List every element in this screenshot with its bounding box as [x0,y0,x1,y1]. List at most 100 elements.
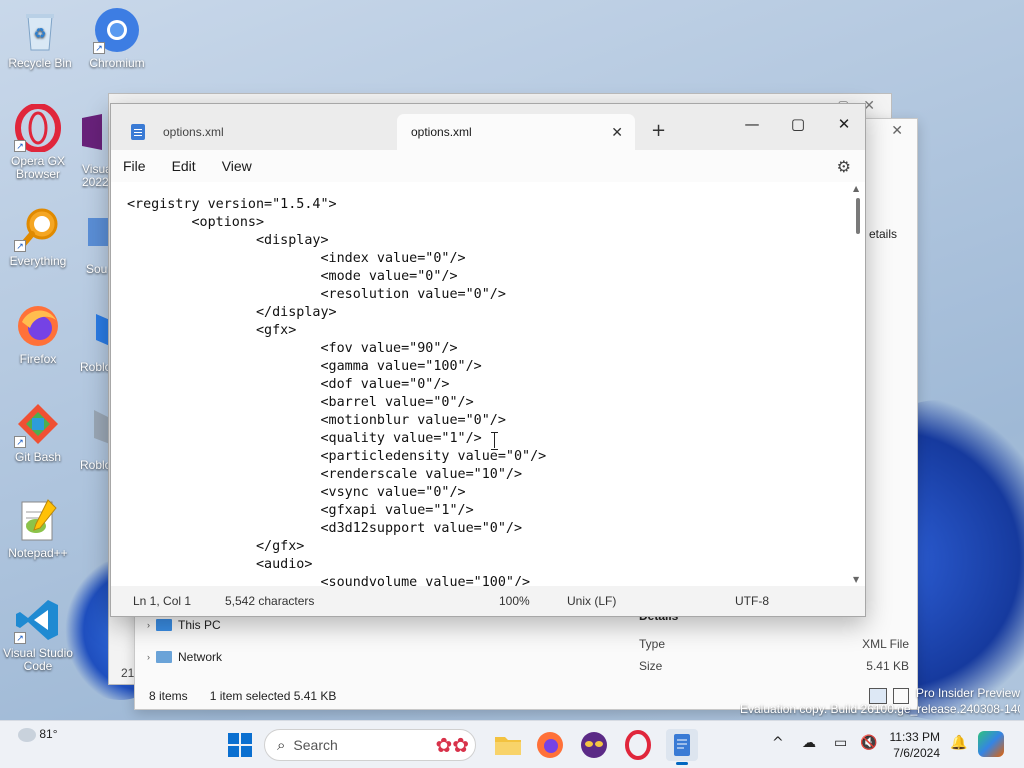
windows-logo-icon [228,733,252,757]
desktop-icon-notepad-plus-plus[interactable]: Notepad++ [0,496,76,560]
roblox-icon [86,310,110,358]
pc-icon [156,619,172,631]
desktop-icon-recycle-bin[interactable]: ♻ Recycle Bin [2,6,78,70]
visual-studio-icon [78,112,106,160]
close-icon[interactable]: ✕ [891,123,903,139]
editor-line[interactable]: </display> [127,304,546,322]
opera-gx-icon: ↗ [14,103,62,153]
taskbar-app-mask[interactable] [578,729,610,761]
active-app-indicator [676,762,688,765]
desktop-icon-roblox[interactable]: Roblo [80,310,110,374]
character-count: 5,542 characters [225,594,315,608]
shortcut-arrow-icon: ↗ [14,632,26,644]
editor-line[interactable]: <motionblur value="0"/> [127,412,546,430]
editor-line[interactable]: <vsync value="0"/> [127,484,546,502]
editor-line[interactable]: <audio> [127,556,546,574]
text-editor[interactable]: <registry version="1.5.4"> <options> <di… [111,182,865,588]
desktop-icon-visual-studio[interactable]: Visual 2022 [58,112,110,189]
editor-line[interactable]: <display> [127,232,546,250]
start-button[interactable] [224,729,256,761]
scroll-thumb[interactable] [856,198,860,234]
vertical-scrollbar[interactable]: ▲ ▼ [851,182,865,588]
desktop-icon-sou[interactable]: Sou [80,212,110,276]
taskbar-firefox[interactable] [534,729,566,761]
new-tab-icon[interactable]: + [651,120,666,141]
taskbar-clock[interactable]: 11:33 PM 7/6/2024 [886,729,940,761]
editor-line[interactable]: <mode value="0"/> [127,268,546,286]
close-tab-icon[interactable]: ✕ [611,124,623,141]
notepad-window[interactable]: options.xml options.xml ✕ + — ▢ ✕ File E… [110,103,866,617]
editor-line[interactable]: <resolution value="0"/> [127,286,546,304]
editor-line[interactable]: <renderscale value="10"/> [127,466,546,484]
explorer-nav-pane: › This PC › Network [135,609,285,673]
nav-item-network[interactable]: › Network [135,641,285,673]
tab-options-xml-1[interactable]: options.xml [117,114,393,150]
desktop-icon-everything[interactable]: ↗ Everything [0,204,76,268]
desktop-icon-vscode[interactable]: ↗ Visual Studio Code [0,596,76,673]
details-row-type: Type XML File [639,637,909,651]
editor-content[interactable]: <registry version="1.5.4"> <options> <di… [127,196,546,588]
title-bar[interactable]: options.xml options.xml ✕ + — ▢ ✕ [111,104,865,150]
copilot-icon[interactable] [978,731,1004,757]
editor-line[interactable]: <particledensity value="0"/> [127,448,546,466]
editor-line[interactable]: <quality value="1"/> [127,430,546,448]
line-ending[interactable]: Unix (LF) [567,594,616,608]
editor-line[interactable]: <gamma value="100"/> [127,358,546,376]
scroll-up-icon[interactable]: ▲ [853,184,859,193]
menu-file[interactable]: File [123,158,146,174]
details-pane: Details Type XML File Size 5.41 KB [639,609,909,677]
chevron-right-icon[interactable]: › [147,652,150,662]
menu-edit[interactable]: Edit [172,158,196,174]
cloudy-weather-icon [18,727,36,742]
editor-line[interactable]: <gfx> [127,322,546,340]
weather-widget[interactable]: 81° [18,727,58,742]
show-hidden-icons-chevron-icon[interactable]: ^ [772,735,784,751]
settings-gear-icon[interactable]: ⚙ [837,157,851,176]
desktop-icon-chromium[interactable]: ↗ Chromium [79,6,155,70]
taskbar-opera[interactable] [622,729,654,761]
background-window-status-fragment: 21 [121,666,135,680]
svg-text:♻: ♻ [34,25,47,41]
encoding[interactable]: UTF-8 [735,594,769,608]
editor-line[interactable]: <fov value="90"/> [127,340,546,358]
editor-line[interactable]: <gfxapi value="1"/> [127,502,546,520]
desktop-icon-roblox-studio[interactable]: Roblo [80,408,110,472]
shortcut-arrow-icon: ↗ [14,240,26,252]
minimize-icon[interactable]: — [729,110,775,138]
editor-line[interactable]: <index value="0"/> [127,250,546,268]
display-icon[interactable]: ▭ [834,735,847,751]
close-window-icon[interactable]: ✕ [821,110,867,138]
editor-line[interactable]: <options> [127,214,546,232]
roses-search-highlight-icon: ✿✿ [435,735,469,757]
sou-app-icon [86,212,110,260]
notification-bell-icon[interactable]: 🔔 [950,735,967,751]
editor-line[interactable]: </gfx> [127,538,546,556]
onedrive-offline-icon[interactable]: ☁ [802,735,816,751]
firefox-icon [14,302,62,350]
editor-line[interactable]: <registry version="1.5.4"> [127,196,546,214]
search-icon: ⌕ [277,736,286,754]
taskbar-notepad[interactable] [666,729,698,765]
item-count: 8 items [149,689,188,703]
status-bar: Ln 1, Col 1 5,542 characters 100% Unix (… [111,586,865,616]
volume-muted-icon[interactable]: 🔇 [860,735,877,751]
taskbar-file-explorer[interactable] [492,729,524,761]
editor-line[interactable]: <d3d12support value="0"/> [127,520,546,538]
scroll-down-icon[interactable]: ▼ [853,575,859,584]
shortcut-arrow-icon: ↗ [14,140,26,152]
desktop-icon-git-bash[interactable]: ↗ Git Bash [0,400,76,464]
chevron-right-icon[interactable]: › [147,620,150,630]
chromium-icon: ↗ [93,6,141,54]
windows-watermark: Pro Insider Preview Evaluation copy. Bui… [740,686,1020,716]
details-pane-button[interactable]: etails [869,227,897,241]
maximize-icon[interactable]: ▢ [775,110,821,138]
details-row-size: Size 5.41 KB [639,659,909,673]
desktop-icon-firefox[interactable]: Firefox [0,302,76,366]
zoom-level[interactable]: 100% [499,594,530,608]
tab-options-xml-2[interactable]: options.xml ✕ [397,114,635,150]
editor-line[interactable]: <dof value="0"/> [127,376,546,394]
menu-view[interactable]: View [222,158,252,174]
taskbar-search-box[interactable]: ⌕ Search ✿✿ [264,729,476,761]
selection-info: 1 item selected 5.41 KB [209,689,337,703]
editor-line[interactable]: <barrel value="0"/> [127,394,546,412]
